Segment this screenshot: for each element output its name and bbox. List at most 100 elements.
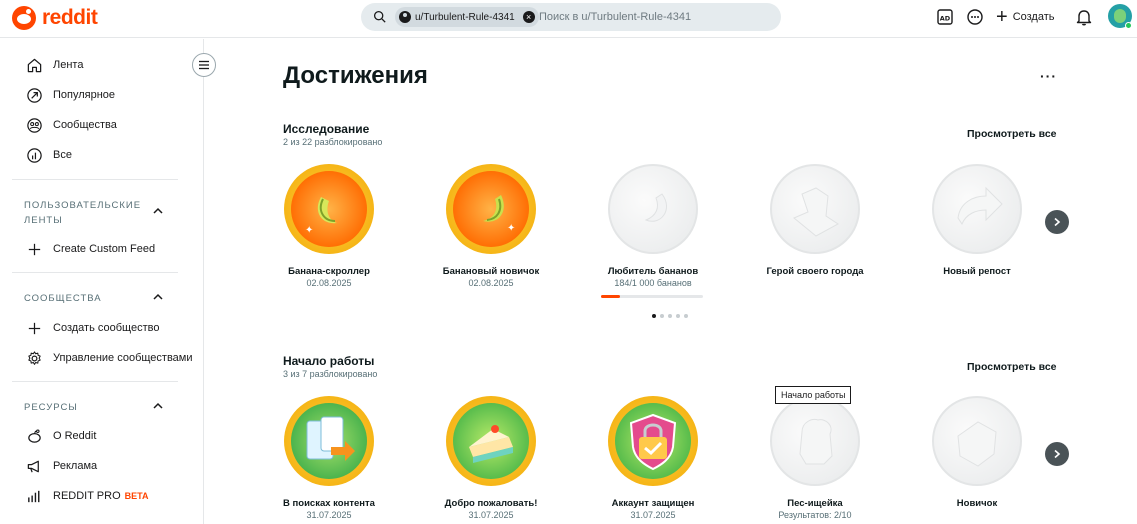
svg-text:✦: ✦	[305, 225, 313, 236]
achievement-name: Новичок	[956, 498, 998, 509]
bar-chart-icon	[28, 490, 40, 502]
sidebar-divider	[12, 272, 178, 273]
achievement-name: Любитель бананов	[607, 266, 699, 277]
view-all-button[interactable]: Просмотреть все	[967, 361, 1057, 373]
achievement-name: Банановый новичок	[442, 266, 540, 277]
chevron-up-icon[interactable]	[152, 205, 164, 217]
sidebar-item-reddit-pro[interactable]: REDDIT PRO BETA	[26, 486, 148, 506]
carousel-next-button[interactable]	[1045, 210, 1069, 234]
gear-icon	[28, 350, 41, 365]
sidebar-item-popular[interactable]: Популярное	[26, 85, 115, 105]
resources-section-header[interactable]: РЕСУРСЫ	[24, 400, 144, 415]
content-explorer-badge-icon	[284, 396, 374, 486]
more-options-button[interactable]: ···	[1040, 68, 1057, 84]
hometown-hero-locked-badge-icon	[770, 164, 860, 254]
communities-icon	[27, 117, 42, 133]
popular-icon	[27, 87, 42, 103]
pagination-dot[interactable]	[652, 314, 656, 318]
carousel-pagination[interactable]	[652, 314, 688, 318]
search-bar[interactable]: u/Turbulent-Rule-4341 × Поиск в u/Turbul…	[361, 3, 781, 31]
pagination-dot[interactable]	[676, 314, 680, 318]
banana-newbie-badge-icon: ✦	[446, 164, 536, 254]
megaphone-icon	[27, 460, 39, 472]
new-repost-locked-badge-icon	[932, 164, 1022, 254]
carousel-next-button[interactable]	[1045, 442, 1069, 466]
reddit-icon	[28, 429, 41, 443]
svg-text:AD: AD	[940, 15, 951, 23]
sidebar-item-communities[interactable]: Сообщества	[26, 115, 117, 135]
achievement-date: 31.07.2025	[468, 510, 514, 520]
sidebar-item-home[interactable]: Лента	[26, 55, 83, 75]
sniffer-dog-locked-badge-icon	[770, 396, 860, 486]
achievement-name: Герой своего города	[766, 266, 864, 277]
collapse-sidebar-button[interactable]	[192, 53, 216, 77]
plus-icon	[28, 243, 41, 255]
achievement-date: 31.07.2025	[630, 510, 676, 520]
newbie-locked-badge-icon	[932, 396, 1022, 486]
search-icon	[373, 10, 386, 23]
communities-section-header[interactable]: СООБЩЕСТВА	[24, 291, 144, 306]
svg-text:✦: ✦	[507, 223, 515, 234]
online-status-dot	[1125, 22, 1132, 29]
notifications-bell-icon[interactable]	[1075, 8, 1093, 26]
advertise-icon[interactable]: AD	[936, 8, 954, 26]
user-scope-icon	[399, 11, 411, 23]
sidebar-divider	[12, 381, 178, 382]
section-subtitle: 2 из 22 разблокировано	[283, 137, 383, 147]
create-custom-feed-button[interactable]: Create Custom Feed	[26, 239, 155, 259]
chevron-up-icon[interactable]	[152, 400, 164, 412]
chevron-right-icon	[1054, 449, 1061, 459]
pagination-dot[interactable]	[668, 314, 672, 318]
progress-fill	[601, 295, 620, 298]
achievement-date: 02.08.2025	[306, 278, 352, 288]
chevron-right-icon	[1054, 217, 1061, 227]
achievement-name: Банана-скроллер	[288, 266, 370, 277]
achievement-progress-text: 184/1 000 бананов	[614, 278, 692, 288]
page-title: Достижения	[283, 62, 428, 89]
chat-icon[interactable]	[966, 8, 984, 26]
plus-icon: +	[996, 6, 1008, 28]
achievement-name: Добро пожаловать!	[444, 498, 538, 509]
custom-feeds-header[interactable]: ПОЛЬЗОВАТЕЛЬСКИЕ ЛЕНТЫ	[24, 198, 144, 228]
view-all-button[interactable]: Просмотреть все	[967, 128, 1057, 140]
menu-icon	[199, 60, 209, 70]
create-community-button[interactable]: Создать сообщество	[26, 318, 159, 338]
manage-communities-button[interactable]: Управление сообществами	[26, 348, 193, 368]
search-scope-chip[interactable]: u/Turbulent-Rule-4341 ×	[395, 7, 539, 27]
banana-scroller-badge-icon: ✦	[284, 164, 374, 254]
section-title: Начало работы	[283, 354, 375, 368]
beta-badge: BETA	[124, 491, 149, 501]
achievement-name: Аккаунт защищен	[611, 498, 695, 509]
welcome-cake-badge-icon	[446, 396, 536, 486]
reddit-logo[interactable]: reddit	[12, 6, 98, 30]
achievement-date: 02.08.2025	[468, 278, 514, 288]
achievement-name: Пес-ищейка	[787, 498, 843, 509]
create-button[interactable]: + Создать	[996, 6, 1055, 28]
account-secured-badge-icon	[608, 396, 698, 486]
achievement-progress-bar	[601, 295, 703, 298]
pagination-dot[interactable]	[660, 314, 664, 318]
logo-text: reddit	[42, 6, 98, 29]
achievement-name: Новый репост	[943, 266, 1011, 277]
chevron-up-icon[interactable]	[152, 291, 164, 303]
achievement-date: 31.07.2025	[306, 510, 352, 520]
section-title: Исследование	[283, 122, 370, 136]
all-icon	[27, 147, 42, 163]
create-label: Создать	[1012, 11, 1055, 23]
sidebar-item-all[interactable]: Все	[26, 145, 72, 165]
top-bar: reddit u/Turbulent-Rule-4341 × Поиск в u…	[0, 0, 1137, 38]
section-subtitle: 3 из 7 разблокировано	[283, 369, 378, 379]
sidebar-item-about-reddit[interactable]: О Reddit	[26, 426, 96, 446]
search-scope-label: u/Turbulent-Rule-4341	[415, 11, 515, 23]
pagination-dot[interactable]	[684, 314, 688, 318]
left-sidebar: Лента Популярное Сообщества Все ПОЛЬЗОВА…	[0, 39, 204, 524]
sidebar-divider	[12, 179, 178, 180]
clear-scope-icon[interactable]: ×	[522, 11, 535, 23]
banana-lover-locked-badge-icon	[608, 164, 698, 254]
sidebar-item-advertising[interactable]: Реклама	[26, 456, 97, 476]
tooltip: Начало работы	[775, 386, 852, 404]
search-input[interactable]: Поиск в u/Turbulent-Rule-4341	[539, 11, 691, 23]
home-icon	[27, 58, 42, 72]
achievement-progress-text: Результатов: 2/10	[778, 510, 852, 520]
plus-icon	[28, 322, 41, 334]
